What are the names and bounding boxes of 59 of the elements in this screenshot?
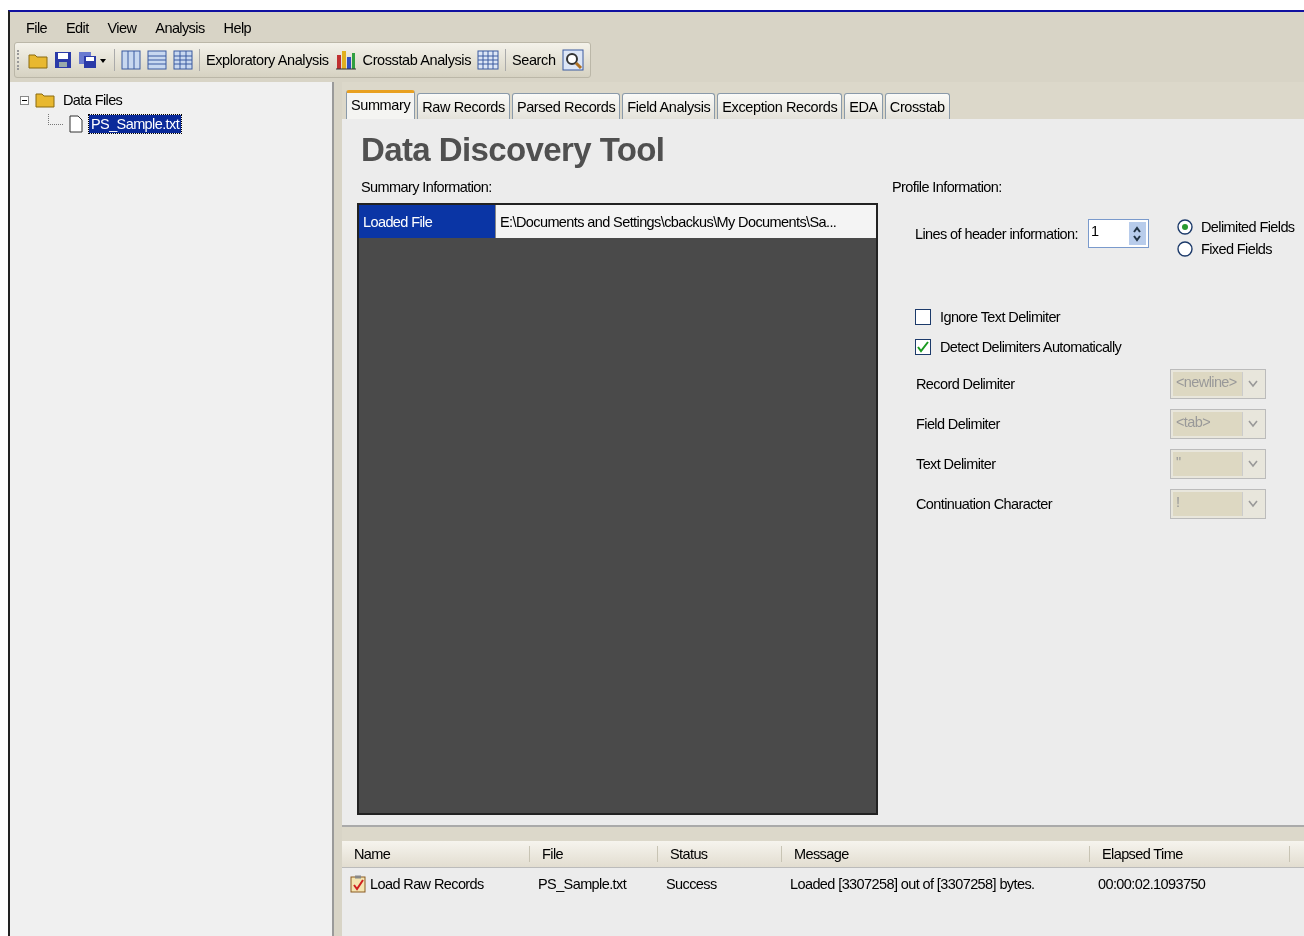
toolbar-button[interactable]: Exploratory Analysis [206,52,329,68]
column-header[interactable]: File [530,846,658,862]
columns-icon[interactable] [121,50,141,70]
tree-item[interactable]: Data Files [61,91,125,109]
table-cell: 00:00:02.1093750 [1098,876,1206,892]
table-icon[interactable] [477,50,499,70]
column-header[interactable]: Status [658,846,782,862]
checkbox[interactable] [915,309,931,325]
field-label: Field Delimiter [916,416,1000,432]
toolbar-button[interactable]: Crosstab Analysis [362,52,471,68]
spin-field[interactable]: 1 [1087,219,1149,248]
field-label: Continuation Character [916,496,1052,512]
menu-item[interactable]: Help [215,20,262,36]
radio-label: Fixed Fields [1200,241,1272,257]
tab[interactable]: EDA [844,93,883,119]
menu-item[interactable]: View [99,20,148,36]
section-label: Summary Information: [360,178,493,197]
menu-item[interactable]: File [18,20,58,36]
table-cell: Loaded [3307258] out of [3307258] bytes. [790,876,1035,892]
checkbox-label: Detect Delimiters Automatically [940,339,1122,355]
table-cell: Load Raw Records [370,876,484,892]
document-icon [69,115,83,133]
field-label: Record Delimiter [916,376,1015,392]
tab[interactable]: Field Analysis [622,93,716,119]
folder-icon [35,92,55,108]
spinner-arrows-icon[interactable] [1132,224,1143,243]
clipboard-check-icon [350,875,366,893]
radio-button[interactable] [1176,219,1193,235]
checkbox-label: Ignore Text Delimiter [940,309,1061,325]
toolbar-button[interactable]: Search [512,52,556,68]
grid-icon[interactable] [173,50,193,70]
bar-chart-icon[interactable] [334,49,357,71]
column-header[interactable]: Elapsed Time [1090,846,1290,862]
table-cell: PS_Sample.txt [538,876,627,892]
tab[interactable]: Crosstab [884,93,950,119]
field-label: Lines of header information: [915,226,1078,242]
tab[interactable]: Raw Records [417,93,510,119]
radio-button[interactable] [1176,241,1193,257]
save-icon[interactable] [54,51,72,69]
column-header[interactable]: Message [782,846,1090,862]
tree-item[interactable]: PS_Sample.txt [89,115,182,133]
collapse-icon[interactable] [20,95,29,105]
menu-item[interactable]: Edit [57,20,100,36]
tab[interactable]: Exception Records [717,93,843,119]
tab[interactable]: Parsed Records [511,93,621,119]
radio-label: Delimited Fields [1200,219,1295,235]
search-icon[interactable] [561,49,584,71]
field-label: Text Delimiter [916,456,996,472]
save-all-icon[interactable] [78,51,108,69]
property-value: E:\Documents and Settings\cbackus\My Documents\Sa... [496,205,876,238]
table-cell: Success [666,876,717,892]
rows-icon[interactable] [147,50,167,70]
column-header[interactable]: Name [342,846,530,862]
property-name[interactable]: Loaded File [359,205,496,238]
menu-item[interactable]: Analysis [147,20,216,36]
checkbox[interactable] [915,339,931,355]
page-title: Data Discovery Tool [360,130,666,170]
section-label: Profile Information: [891,178,1003,197]
tab[interactable]: Summary [346,90,416,119]
